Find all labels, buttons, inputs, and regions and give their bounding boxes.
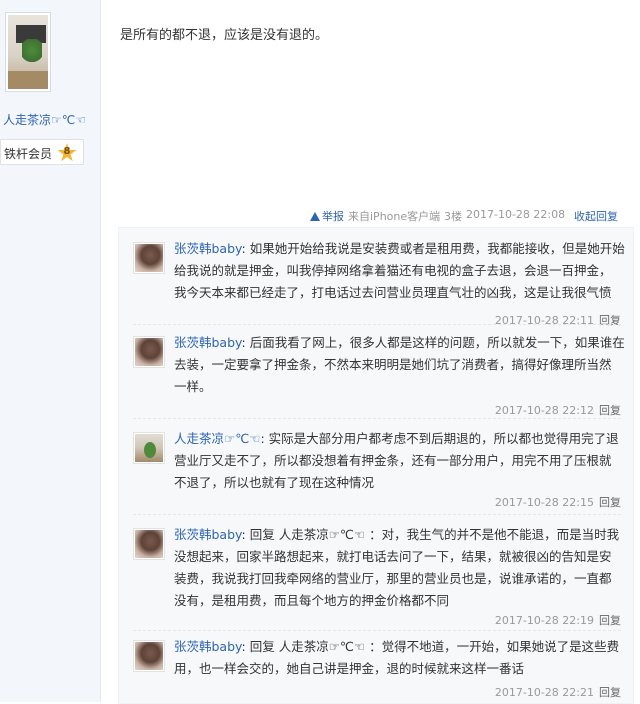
reply-line: 我今天本来都已经走了，打电话过去问营业员理直气壮的凶我，这是让我很气愤: [174, 285, 612, 300]
reply-time: 2017-10-28 22:12: [494, 404, 594, 417]
author-avatar[interactable]: [5, 12, 51, 92]
reply-line: 去装，一定要拿了押金条，不然本来明明是她们坑了消费者，搞得好像理所当然: [174, 357, 612, 372]
reply-avatar[interactable]: [133, 242, 165, 274]
reply-avatar[interactable]: [133, 640, 165, 672]
reply-item: 张茨韩baby: 如果她开始给我说是安装费或者是租用费，我都能接收，但是她开始 …: [119, 238, 633, 328]
reply-text: 张茨韩baby: 回复 人走茶凉☞℃☜ ：觉得不地道，一开始，如果她说了是这些费…: [174, 636, 622, 680]
reply-line: 用，也一样会交的，她自己讲是押金，退的时候就来这样一番话: [174, 661, 525, 676]
reply-time: 2017-10-28 22:19: [494, 614, 594, 627]
member-level: 铁杆会员 8: [0, 139, 84, 165]
reply-time: 2017-10-28 22:15: [494, 496, 594, 509]
reply-user[interactable]: 人走茶凉☞℃☜: [174, 431, 260, 446]
post-client: 来自iPhone客户端: [348, 210, 441, 223]
reply-item: 张茨韩baby: 后面我看了网上，很多人都是这样的问题，所以就发一下，如果谁在 …: [119, 332, 633, 420]
reply-divider: [133, 324, 621, 325]
avatar-image: [135, 530, 163, 558]
reply-user[interactable]: 张茨韩baby: [174, 639, 242, 654]
reply-time: 2017-10-28 22:21: [494, 686, 594, 699]
report-link[interactable]: 举报: [310, 208, 344, 224]
reply-item: 张茨韩baby: 回复 人走茶凉☞℃☜ ：觉得不地道，一开始，如果她说了是这些费…: [119, 636, 633, 702]
reply-avatar[interactable]: [133, 336, 165, 368]
reply-meta: 2017-10-28 22:21 回复: [495, 684, 621, 700]
avatar-image: [135, 244, 163, 272]
reply-line: 没想起来，回家半路想起来，就打电话去问了一下，结果，就被很凶的告知是安: [174, 549, 612, 564]
reply-line: : 如果她开始给我说是安装费或者是租用费，我都能接收，但是她开始: [241, 241, 625, 256]
reply-user[interactable]: 张茨韩baby: [174, 527, 242, 542]
reply-divider: [133, 514, 621, 515]
reply-text: 张茨韩baby: 如果她开始给我说是安装费或者是租用费，我都能接收，但是她开始 …: [174, 238, 625, 304]
reply-line: 给我说的就是押金，叫我停掉网络拿着猫还有电视的盒子去退，会退一百押金，: [174, 263, 612, 278]
reply-line: : 实际是大部分用户都考虑不到后期退的，所以都也觉得用完了退: [260, 431, 619, 446]
reply-line: 一样。: [174, 379, 212, 394]
reply-line: : 后面我看了网上，很多人都是这样的问题，所以就发一下，如果谁在: [241, 335, 625, 350]
reply-item: 张茨韩baby: 回复 人走茶凉☞℃☜ ：对，我生气的并不是他不能退，而是当时我…: [119, 524, 633, 634]
reply-avatar[interactable]: [133, 432, 165, 464]
reply-line: 没有，是租用费，而且每个地方的押金价格都不同: [174, 593, 450, 608]
reply-user[interactable]: 张茨韩baby: [174, 335, 242, 350]
author-panel: 人走茶凉☞℃☜ 铁杆会员 8: [0, 0, 101, 702]
avatar-image: [8, 15, 48, 89]
reply-meta: 2017-10-28 22:15 回复: [495, 494, 621, 510]
level-number: 8: [63, 146, 71, 157]
reply-text: 张茨韩baby: 回复 人走茶凉☞℃☜ ：对，我生气的并不是他不能退，而是当时我…: [174, 524, 622, 612]
post-time: 2017-10-28 22:08: [466, 208, 566, 221]
reply-text: 人走茶凉☞℃☜: 实际是大部分用户都考虑不到后期退的，所以都也觉得用完了退 营业…: [174, 428, 622, 494]
post-content: 是所有的都不退，应该是没有退的。: [120, 28, 329, 43]
reply-button[interactable]: 回复: [599, 686, 621, 699]
reply-divider: [133, 418, 621, 419]
report-label: 举报: [322, 210, 344, 223]
reply-item: 人走茶凉☞℃☜: 实际是大部分用户都考虑不到后期退的，所以都也觉得用完了退 营业…: [119, 428, 633, 516]
reply-line: 装费，我说我打回我牵网络的营业厅，那里的营业员也是，说谁承诺的，一直都: [174, 571, 612, 586]
post-floor: 3楼: [444, 210, 462, 223]
reply-avatar[interactable]: [133, 528, 165, 560]
reply-line: 营业厅又走不了，所以都没想着有押金条，还有一部分用户，用完不用了压根就: [174, 453, 612, 468]
avatar-image: [135, 642, 163, 670]
reply-button[interactable]: 回复: [599, 496, 621, 509]
reply-time: 2017-10-28 22:11: [494, 314, 594, 327]
collapse-replies-link[interactable]: 收起回复: [574, 208, 618, 224]
level-name: 铁杆会员: [4, 147, 53, 161]
reply-line: : 回复 人走茶凉☞℃☜ ：对，我生气的并不是他不能退，而是当时我: [241, 527, 620, 542]
reply-list: 张茨韩baby: 如果她开始给我说是安装费或者是租用费，我都能接收，但是她开始 …: [118, 227, 634, 704]
reply-button[interactable]: 回复: [599, 614, 621, 627]
reply-button[interactable]: 回复: [599, 314, 621, 327]
reply-line: : 回复 人走茶凉☞℃☜ ：觉得不地道，一开始，如果她说了是这些费: [241, 639, 620, 654]
post-meta: 举报 来自iPhone客户端 3楼 2017-10-28 22:08 收起回复: [310, 206, 630, 226]
avatar-image: [135, 338, 163, 366]
warning-icon: [310, 212, 320, 221]
level-badge-icon: 8: [57, 143, 77, 163]
reply-line: 不退了，所以也就有了现在这种情况: [174, 475, 375, 490]
reply-divider: [133, 630, 621, 631]
reply-meta: 2017-10-28 22:19 回复: [495, 612, 621, 628]
avatar-image: [135, 434, 163, 462]
reply-user[interactable]: 张茨韩baby: [174, 241, 242, 256]
reply-text: 张茨韩baby: 后面我看了网上，很多人都是这样的问题，所以就发一下，如果谁在 …: [174, 332, 625, 398]
reply-meta: 2017-10-28 22:11 回复: [495, 312, 621, 328]
reply-button[interactable]: 回复: [599, 404, 621, 417]
reply-meta: 2017-10-28 22:12 回复: [495, 402, 621, 418]
author-name[interactable]: 人走茶凉☞℃☜: [3, 111, 86, 128]
